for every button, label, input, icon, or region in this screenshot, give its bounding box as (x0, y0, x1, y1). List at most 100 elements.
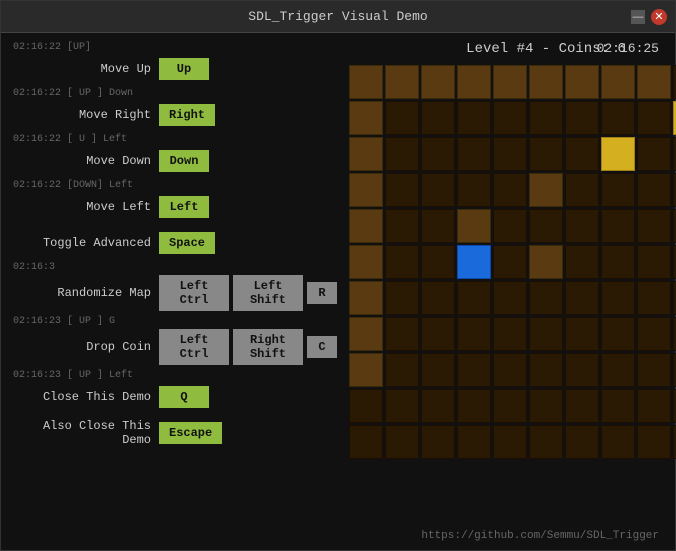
grid-cell (493, 281, 527, 315)
label-randomize-map: Randomize Map (9, 286, 159, 300)
label-move-down: Move Down (9, 154, 159, 168)
grid-cell (601, 245, 635, 279)
grid-cell (385, 101, 419, 135)
grid-cell (349, 65, 383, 99)
grid-cell (601, 425, 635, 459)
action-move-left: Move Left Left (9, 193, 341, 221)
grid-cell (493, 101, 527, 135)
grid-cell (529, 137, 563, 171)
grid-cell (565, 173, 599, 207)
label-move-right: Move Right (9, 108, 159, 122)
grid-cell (637, 317, 671, 351)
grid-cell (457, 137, 491, 171)
key-escape[interactable]: Escape (159, 422, 222, 444)
grid-cell (421, 245, 455, 279)
clock-display: 02:16:25 (597, 41, 659, 56)
key-down[interactable]: Down (159, 150, 209, 172)
grid-cell (457, 65, 491, 99)
grid-cell (529, 173, 563, 207)
label-toggle-advanced: Toggle Advanced (9, 236, 159, 250)
grid-cell (493, 317, 527, 351)
grid-cell (637, 209, 671, 243)
grid-cell (457, 389, 491, 423)
log-line-7: 02:16:23 [ UP ] Left (9, 369, 341, 383)
grid-cell (421, 209, 455, 243)
minimize-button[interactable]: — (631, 10, 645, 24)
key-left-ctrl-1[interactable]: Left Ctrl (159, 275, 229, 311)
key-right[interactable]: Right (159, 104, 215, 126)
titlebar: SDL_Trigger Visual Demo — ✕ (1, 1, 675, 33)
close-button[interactable]: ✕ (651, 9, 667, 25)
grid-cell (493, 245, 527, 279)
grid-cell (349, 173, 383, 207)
grid-cell (493, 137, 527, 171)
grid-cell (421, 101, 455, 135)
grid-cell (349, 245, 383, 279)
grid-cell (421, 281, 455, 315)
key-r[interactable]: R (307, 282, 337, 304)
grid-cell (493, 173, 527, 207)
grid-cell (601, 101, 635, 135)
key-c[interactable]: C (307, 336, 337, 358)
grid-cell (457, 209, 491, 243)
grid-cell (529, 425, 563, 459)
grid-cell (565, 281, 599, 315)
action-move-up: Move Up Up (9, 55, 341, 83)
key-left-shift[interactable]: Left Shift (233, 275, 303, 311)
footer-link: https://github.com/Semmu/SDL_Trigger (421, 530, 659, 542)
grid-cell (529, 281, 563, 315)
label-drop-coin: Drop Coin (9, 340, 159, 354)
grid-cell (349, 317, 383, 351)
grid-cell (529, 101, 563, 135)
grid-cell (385, 389, 419, 423)
grid-cell (421, 65, 455, 99)
grid-cell (565, 389, 599, 423)
key-right-shift[interactable]: Right Shift (233, 329, 303, 365)
grid-cell (529, 65, 563, 99)
grid-cell (529, 209, 563, 243)
grid-cell (637, 353, 671, 387)
grid-cell (385, 353, 419, 387)
content-area: 02:16:25 02:16:22 [UP] Move Up Up 02:16:… (1, 33, 675, 550)
label-move-up: Move Up (9, 62, 159, 76)
log-line-4: 02:16:22 [DOWN] Left (9, 179, 341, 193)
grid-cell (529, 245, 563, 279)
grid-cell (565, 245, 599, 279)
window-title: SDL_Trigger Visual Demo (248, 9, 427, 24)
grid-cell (637, 173, 671, 207)
grid-cell (385, 65, 419, 99)
grid-cell (601, 281, 635, 315)
grid-cell (529, 389, 563, 423)
grid-cell (421, 137, 455, 171)
action-drop-coin: Drop Coin Left Ctrl Right Shift C (9, 329, 341, 365)
grid-cell (493, 353, 527, 387)
grid-cell (565, 65, 599, 99)
action-also-close-demo: Also Close This Demo Escape (9, 419, 341, 447)
grid-cell (601, 173, 635, 207)
grid-cell (457, 317, 491, 351)
action-randomize-map: Randomize Map Left Ctrl Left Shift R (9, 275, 341, 311)
grid-cell (349, 209, 383, 243)
left-panel: 02:16:22 [UP] Move Up Up 02:16:22 [ UP ]… (1, 33, 341, 550)
grid-cell (565, 317, 599, 351)
key-space[interactable]: Space (159, 232, 215, 254)
grid-cell (385, 281, 419, 315)
grid-cell (493, 65, 527, 99)
main-window: SDL_Trigger Visual Demo — ✕ 02:16:25 02:… (0, 0, 676, 551)
log-line-1: 02:16:22 [UP] (9, 41, 341, 55)
grid-cell (421, 425, 455, 459)
key-q[interactable]: Q (159, 386, 209, 408)
grid-cell (385, 245, 419, 279)
grid-cell (637, 389, 671, 423)
grid-cell (457, 425, 491, 459)
key-up[interactable]: Up (159, 58, 209, 80)
key-left-ctrl-2[interactable]: Left Ctrl (159, 329, 229, 365)
grid-cell (601, 65, 635, 99)
grid-cell (349, 389, 383, 423)
key-left[interactable]: Left (159, 196, 209, 218)
grid-cell (493, 209, 527, 243)
grid-cell (457, 173, 491, 207)
log-line-3: 02:16:22 [ U ] Left (9, 133, 341, 147)
grid-cell (565, 209, 599, 243)
grid-cell (349, 101, 383, 135)
